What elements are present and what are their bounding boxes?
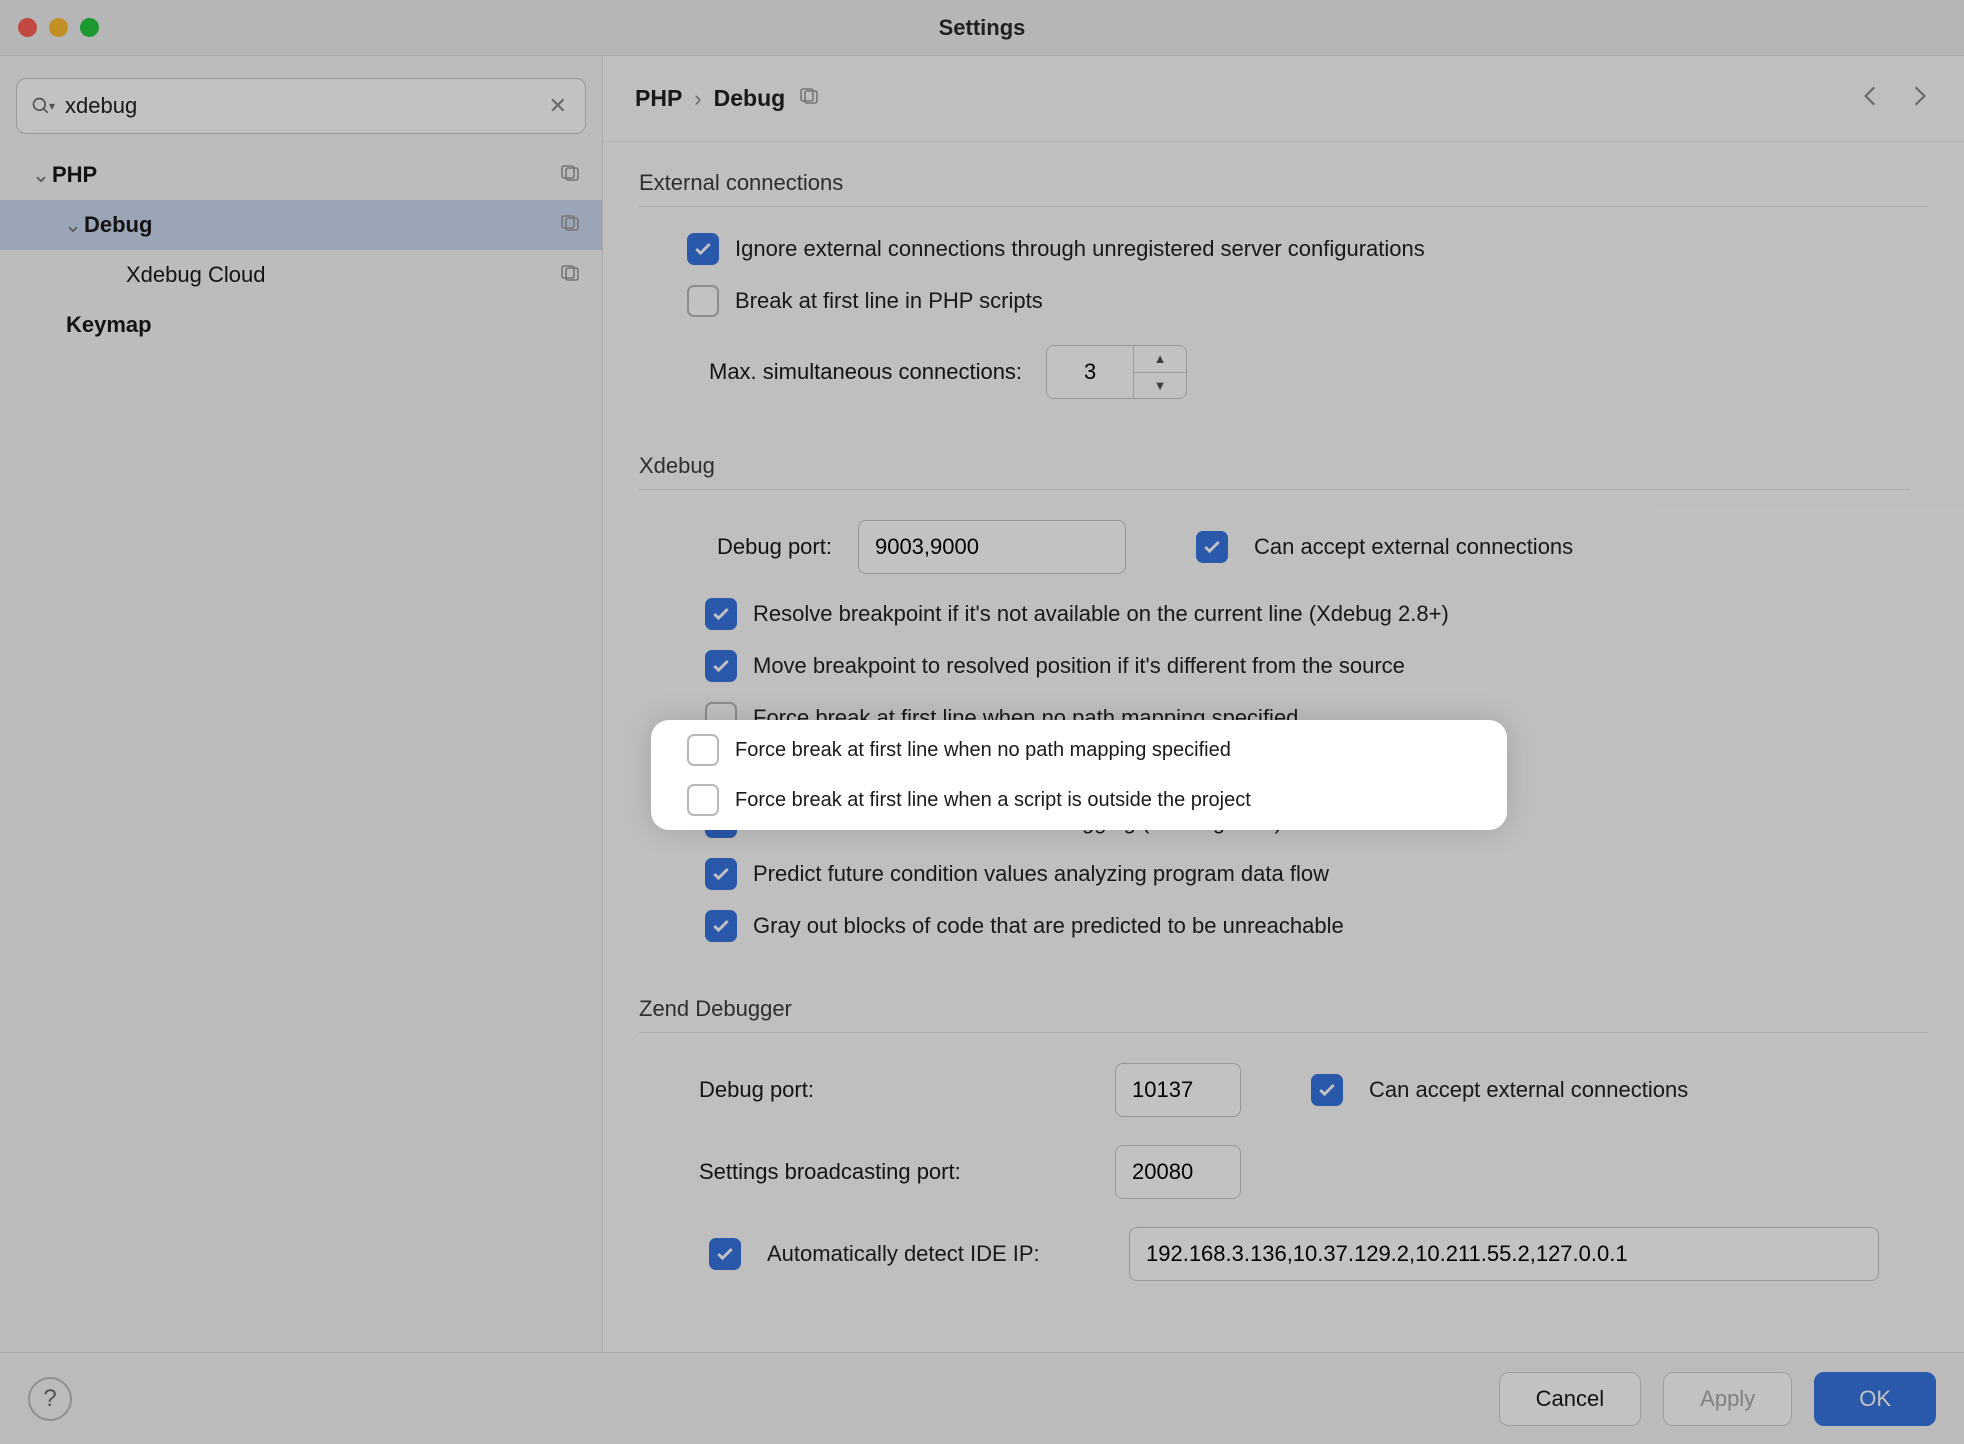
cancel-button[interactable]: Cancel (1499, 1372, 1641, 1426)
checkbox-xdebug-accept-external[interactable] (1196, 531, 1228, 563)
window-title: Settings (939, 15, 1026, 41)
sidebar: ▾ ✕ ⌄ PHP ⌄ Debug Xdebug Cloud (0, 56, 603, 1352)
apply-button[interactable]: Apply (1663, 1372, 1792, 1426)
minimize-window-button[interactable] (49, 18, 68, 37)
titlebar: Settings (0, 0, 1964, 56)
breadcrumb-bar: PHP › Debug (603, 56, 1964, 142)
checkbox-predict-values[interactable] (705, 858, 737, 890)
zend-port-input[interactable] (1115, 1063, 1241, 1117)
label-xdebug-port: Debug port: (717, 534, 832, 560)
footer: ? Cancel Apply OK (0, 1352, 1964, 1444)
nav-back-button[interactable] (1858, 83, 1884, 115)
clear-search-icon[interactable]: ✕ (545, 93, 571, 119)
chevron-down-icon: ⌄ (62, 214, 84, 236)
zend-broadcast-input[interactable] (1115, 1145, 1241, 1199)
label-max-connections: Max. simultaneous connections: (709, 359, 1022, 385)
xdebug-panel: Xdebug Debug port: Can accept external c… (631, 431, 1936, 974)
tree-item-xdebug-cloud[interactable]: Xdebug Cloud (0, 250, 602, 300)
chevron-right-icon: › (694, 86, 701, 112)
search-options-icon[interactable]: ▾ (49, 99, 55, 113)
checkbox-move-breakpoint[interactable] (705, 650, 737, 682)
checkbox-ignore-unregistered[interactable] (687, 233, 719, 265)
window-controls (18, 18, 99, 37)
breadcrumb-part[interactable]: PHP (635, 85, 682, 112)
project-scope-icon (560, 262, 580, 288)
checkbox-break-first-line-php[interactable] (687, 285, 719, 317)
checkbox-force-break-outside[interactable] (687, 784, 719, 816)
project-scope-icon (560, 162, 580, 188)
checkbox-auto-detect-ide-ip[interactable] (709, 1238, 741, 1270)
xdebug-port-input[interactable] (858, 520, 1126, 574)
search-input[interactable] (65, 93, 545, 119)
tree-item-keymap[interactable]: Keymap (0, 300, 602, 350)
nav-forward-button[interactable] (1906, 83, 1932, 115)
max-connections-input[interactable] (1047, 346, 1133, 398)
max-connections-stepper[interactable]: ▲ ▼ (1046, 345, 1187, 399)
checkbox-force-break-no-mapping[interactable] (687, 734, 719, 766)
breadcrumb-part: Debug (714, 85, 786, 112)
checkbox-resolve-breakpoint[interactable] (705, 598, 737, 630)
project-scope-icon (799, 87, 819, 111)
checkbox-gray-out-unreachable[interactable] (705, 910, 737, 942)
project-scope-icon (560, 212, 580, 238)
section-title-xdebug: Xdebug (639, 453, 1910, 479)
tree-item-debug[interactable]: ⌄ Debug (0, 200, 602, 250)
checkbox-zend-accept-external[interactable] (1311, 1074, 1343, 1106)
zoom-window-button[interactable] (80, 18, 99, 37)
section-title-zend: Zend Debugger (639, 996, 1928, 1022)
ok-button[interactable]: OK (1814, 1372, 1936, 1426)
stepper-up-icon[interactable]: ▲ (1134, 346, 1186, 373)
settings-tree: ⌄ PHP ⌄ Debug Xdebug Cloud Keymap (0, 146, 602, 1352)
ide-ip-input[interactable] (1129, 1227, 1879, 1281)
label-zend-broadcast: Settings broadcasting port: (699, 1159, 1089, 1185)
chevron-down-icon: ⌄ (30, 164, 52, 186)
section-title-external: External connections (639, 170, 1928, 196)
help-button[interactable]: ? (28, 1377, 72, 1421)
close-window-button[interactable] (18, 18, 37, 37)
tree-item-php[interactable]: ⌄ PHP (0, 150, 602, 200)
search-field[interactable]: ▾ ✕ (16, 78, 586, 134)
search-icon (31, 96, 51, 116)
label-zend-port: Debug port: (699, 1077, 1089, 1103)
stepper-down-icon[interactable]: ▼ (1134, 373, 1186, 399)
